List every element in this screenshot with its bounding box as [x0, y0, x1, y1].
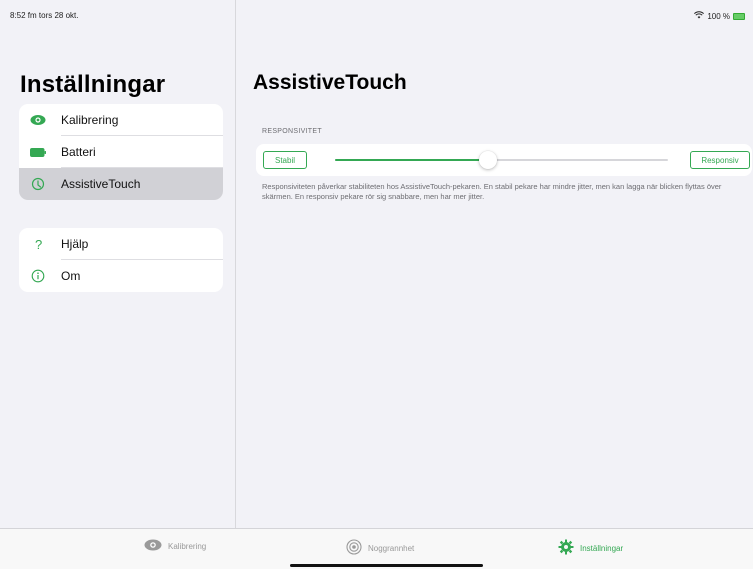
- sidebar-title: Inställningar: [20, 71, 166, 98]
- sidebar-item-hjalp[interactable]: ? Hjälp: [19, 228, 223, 260]
- wifi-icon: [694, 11, 705, 21]
- detail-pane: 100 % AssistiveTouch RESPONSIVITET Stabi…: [237, 0, 753, 528]
- status-time-date: 8:52 fm tors 28 okt.: [10, 11, 79, 20]
- battery-percent: 100 %: [707, 11, 730, 21]
- sidebar-item-kalibrering[interactable]: Kalibrering: [19, 104, 223, 136]
- responsive-button[interactable]: Responsiv: [690, 151, 750, 169]
- tab-noggrannhet[interactable]: Noggrannhet: [346, 539, 414, 557]
- sidebar-item-label: AssistiveTouch: [61, 177, 141, 191]
- slider-fill: [335, 159, 489, 161]
- tab-label: Noggrannhet: [368, 543, 415, 553]
- sidebar-item-label: Kalibrering: [61, 113, 119, 127]
- responsiveness-card: Stabil Responsiv: [256, 144, 752, 176]
- eye-icon: [144, 539, 162, 553]
- sidebar-item-om[interactable]: Om: [19, 260, 223, 292]
- tab-installningar[interactable]: Inställningar: [558, 539, 623, 557]
- section-footer: Responsiviteten påverkar stabiliteten ho…: [262, 182, 722, 201]
- sidebar-item-label: Batteri: [61, 145, 96, 159]
- stable-button[interactable]: Stabil: [263, 151, 307, 169]
- question-icon: ?: [29, 235, 47, 253]
- section-header: RESPONSIVITET: [262, 128, 322, 135]
- sidebar: 8:52 fm tors 28 okt. Inställningar Kalib…: [0, 0, 236, 528]
- tab-bar: Kalibrering Noggrannhet Inställningar: [0, 528, 753, 569]
- info-icon: [29, 267, 47, 285]
- sidebar-item-label: Om: [61, 269, 81, 283]
- target-icon: [346, 539, 362, 557]
- sidebar-item-label: Hjälp: [61, 237, 89, 251]
- eye-icon: [29, 111, 47, 129]
- home-indicator: [290, 564, 483, 567]
- sidebar-group-main: Kalibrering Batteri AssistiveTouch: [19, 104, 223, 200]
- tab-label: Kalibrering: [168, 541, 207, 551]
- tab-kalibrering[interactable]: Kalibrering: [144, 539, 206, 553]
- sidebar-item-batteri[interactable]: Batteri: [19, 136, 223, 168]
- battery-icon: [29, 143, 47, 161]
- page-title: AssistiveTouch: [253, 71, 407, 94]
- sidebar-group-info: ? Hjälp Om: [19, 228, 223, 292]
- responsiveness-slider[interactable]: [335, 151, 668, 169]
- battery-status-icon: [733, 12, 745, 20]
- status-right: 100 %: [694, 11, 745, 21]
- assistivetouch-icon: [29, 175, 47, 193]
- sidebar-item-assistivetouch[interactable]: AssistiveTouch: [19, 168, 223, 200]
- tab-label: Inställningar: [580, 543, 624, 553]
- gear-icon: [558, 539, 574, 557]
- svg-text:?: ?: [35, 237, 42, 251]
- slider-thumb[interactable]: [479, 151, 498, 169]
